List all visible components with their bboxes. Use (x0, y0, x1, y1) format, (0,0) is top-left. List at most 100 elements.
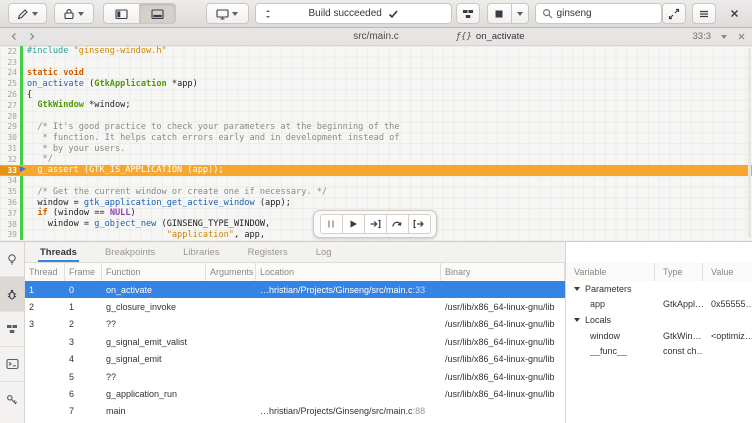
variable-row[interactable]: __func__const ch… (566, 343, 752, 359)
cell: g_signal_emit (102, 351, 206, 368)
build-status-label: Build succeeded (308, 8, 381, 19)
line-number[interactable]: 34 (0, 176, 20, 185)
dock-item-debugger[interactable] (0, 277, 24, 312)
variable-name: window (566, 331, 655, 341)
column-header-thread[interactable]: Thread (25, 263, 65, 281)
continue-button[interactable] (342, 214, 365, 234)
panel-tab-libraries[interactable]: Libraries (181, 247, 221, 262)
cell (206, 316, 256, 333)
line-number[interactable]: 35 (0, 187, 20, 196)
run-options-dropdown[interactable] (511, 3, 529, 24)
current-symbol-label: on_activate (476, 31, 525, 42)
pause-button[interactable] (320, 214, 343, 234)
editor-options-dropdown[interactable] (721, 35, 727, 39)
stack-frame-row[interactable]: 32??/usr/lib/x86_64-linux-gnu/lib (25, 316, 565, 333)
debug-controls (313, 210, 437, 238)
stack-frame-row[interactable]: 3g_signal_emit_valist/usr/lib/x86_64-lin… (25, 333, 565, 350)
menu-button[interactable] (692, 3, 716, 24)
expander-icon[interactable] (574, 287, 580, 291)
line-number[interactable]: 36 (0, 198, 20, 207)
variable-row[interactable]: windowGtkWin…<optimiz… (566, 328, 752, 344)
stop-button[interactable] (487, 3, 512, 24)
cell-binary: /usr/lib/x86_64-linux-gnu/lib (441, 333, 565, 350)
column-header-value[interactable]: Value (703, 263, 752, 281)
variable-name: app (566, 299, 655, 309)
omnibar-build-status[interactable]: Build succeeded (255, 3, 452, 24)
line-number[interactable]: 26 (0, 90, 20, 99)
cell-location (256, 316, 441, 333)
column-header-binary[interactable]: Binary (441, 263, 565, 281)
variables-panel: VariableTypeValue ParametersappGtkAppl…0… (565, 242, 752, 423)
line-number[interactable]: 32 (0, 155, 20, 164)
window-close-button[interactable] (724, 3, 744, 24)
stack-frame-row[interactable]: 21g_closure_invoke/usr/lib/x86_64-linux-… (25, 298, 565, 315)
symbol-picker[interactable]: ƒ{} on_activate (456, 31, 525, 42)
line-number[interactable]: 29 (0, 122, 20, 131)
runtime-dropdown[interactable] (54, 3, 93, 24)
run-controls (487, 3, 529, 24)
line-number[interactable]: 22 (0, 47, 20, 56)
column-header-arguments[interactable]: Arguments (206, 263, 256, 281)
bottom-panel: ThreadsBreakpointsLibrariesRegistersLog … (0, 241, 752, 423)
line-number[interactable]: 38 (0, 220, 20, 229)
panel-tab-breakpoints[interactable]: Breakpoints (103, 247, 157, 262)
execution-pointer-icon (20, 166, 26, 172)
step-out-button[interactable] (408, 214, 431, 234)
line-number[interactable]: 30 (0, 133, 20, 142)
column-header-frame[interactable]: Frame (65, 263, 102, 281)
column-header-location[interactable]: Location (256, 263, 441, 281)
editor-scrollbar[interactable] (748, 48, 751, 238)
stack-frame-row[interactable]: 7main…hristian/Projects/Ginseng/src/main… (25, 403, 565, 420)
stack-frame-row[interactable]: 6g_application_run/usr/lib/x86_64-linux-… (25, 385, 565, 402)
line-number[interactable]: 37 (0, 209, 20, 218)
toggle-bottom-panel-button[interactable] (139, 3, 176, 24)
headerbar: Build succeeded (0, 0, 752, 28)
cell (25, 385, 65, 402)
code-line: 24static void (0, 68, 752, 79)
fullscreen-button[interactable] (662, 3, 686, 24)
stack-frame-row[interactable]: 5??/usr/lib/x86_64-linux-gnu/lib (25, 368, 565, 385)
variables-table-body: ParametersappGtkAppl…0x55555…Localswindo… (566, 281, 752, 359)
step-over-button[interactable] (386, 214, 409, 234)
variable-row[interactable]: appGtkAppl…0x55555… (566, 297, 752, 313)
close-document-icon[interactable] (737, 32, 746, 41)
dock-item-valgrind[interactable] (0, 382, 24, 417)
line-number[interactable]: 39 (0, 230, 20, 239)
stack-frame-row[interactable]: 10on_activate…hristian/Projects/Ginseng/… (25, 281, 565, 298)
column-header-variable[interactable]: Variable (566, 263, 655, 281)
dock-item-terminal[interactable] (0, 347, 24, 382)
cell: 1 (25, 281, 65, 298)
line-number[interactable]: 24 (0, 68, 20, 77)
dock-item-pipeline[interactable] (0, 312, 24, 347)
panel-tab-threads[interactable]: Threads (38, 247, 79, 262)
cell (25, 351, 65, 368)
dock-item-lamp[interactable] (0, 242, 24, 277)
line-number[interactable]: 23 (0, 58, 20, 67)
step-in-button[interactable] (364, 214, 387, 234)
cell: 1 (65, 298, 102, 315)
panel-tab-log[interactable]: Log (314, 247, 334, 262)
search-input[interactable] (557, 8, 656, 19)
variable-value: <optimiz… (703, 331, 752, 341)
device-icon (216, 8, 229, 20)
column-header-type[interactable]: Type (655, 263, 703, 281)
column-header-function[interactable]: Function (102, 263, 206, 281)
variable-group-row[interactable]: Parameters (566, 281, 752, 297)
cell (25, 368, 65, 385)
line-number[interactable]: 25 (0, 79, 20, 88)
line-number[interactable]: 33 (0, 166, 20, 175)
step-out-icon (413, 218, 425, 230)
line-number[interactable]: 27 (0, 101, 20, 110)
change-indicator (20, 176, 23, 187)
panel-tab-registers[interactable]: Registers (246, 247, 290, 262)
device-dropdown[interactable] (206, 3, 249, 24)
editor-mode-dropdown[interactable] (8, 3, 47, 24)
code-line: 36 window = gtk_application_get_active_w… (0, 197, 752, 208)
variable-group-row[interactable]: Locals (566, 312, 752, 328)
toggle-left-panel-button[interactable] (103, 3, 140, 24)
expander-icon[interactable] (574, 318, 580, 322)
build-pipeline-button[interactable] (456, 3, 480, 24)
line-number[interactable]: 31 (0, 144, 20, 153)
stack-frame-row[interactable]: 4g_signal_emit/usr/lib/x86_64-linux-gnu/… (25, 351, 565, 368)
line-number[interactable]: 28 (0, 112, 20, 121)
